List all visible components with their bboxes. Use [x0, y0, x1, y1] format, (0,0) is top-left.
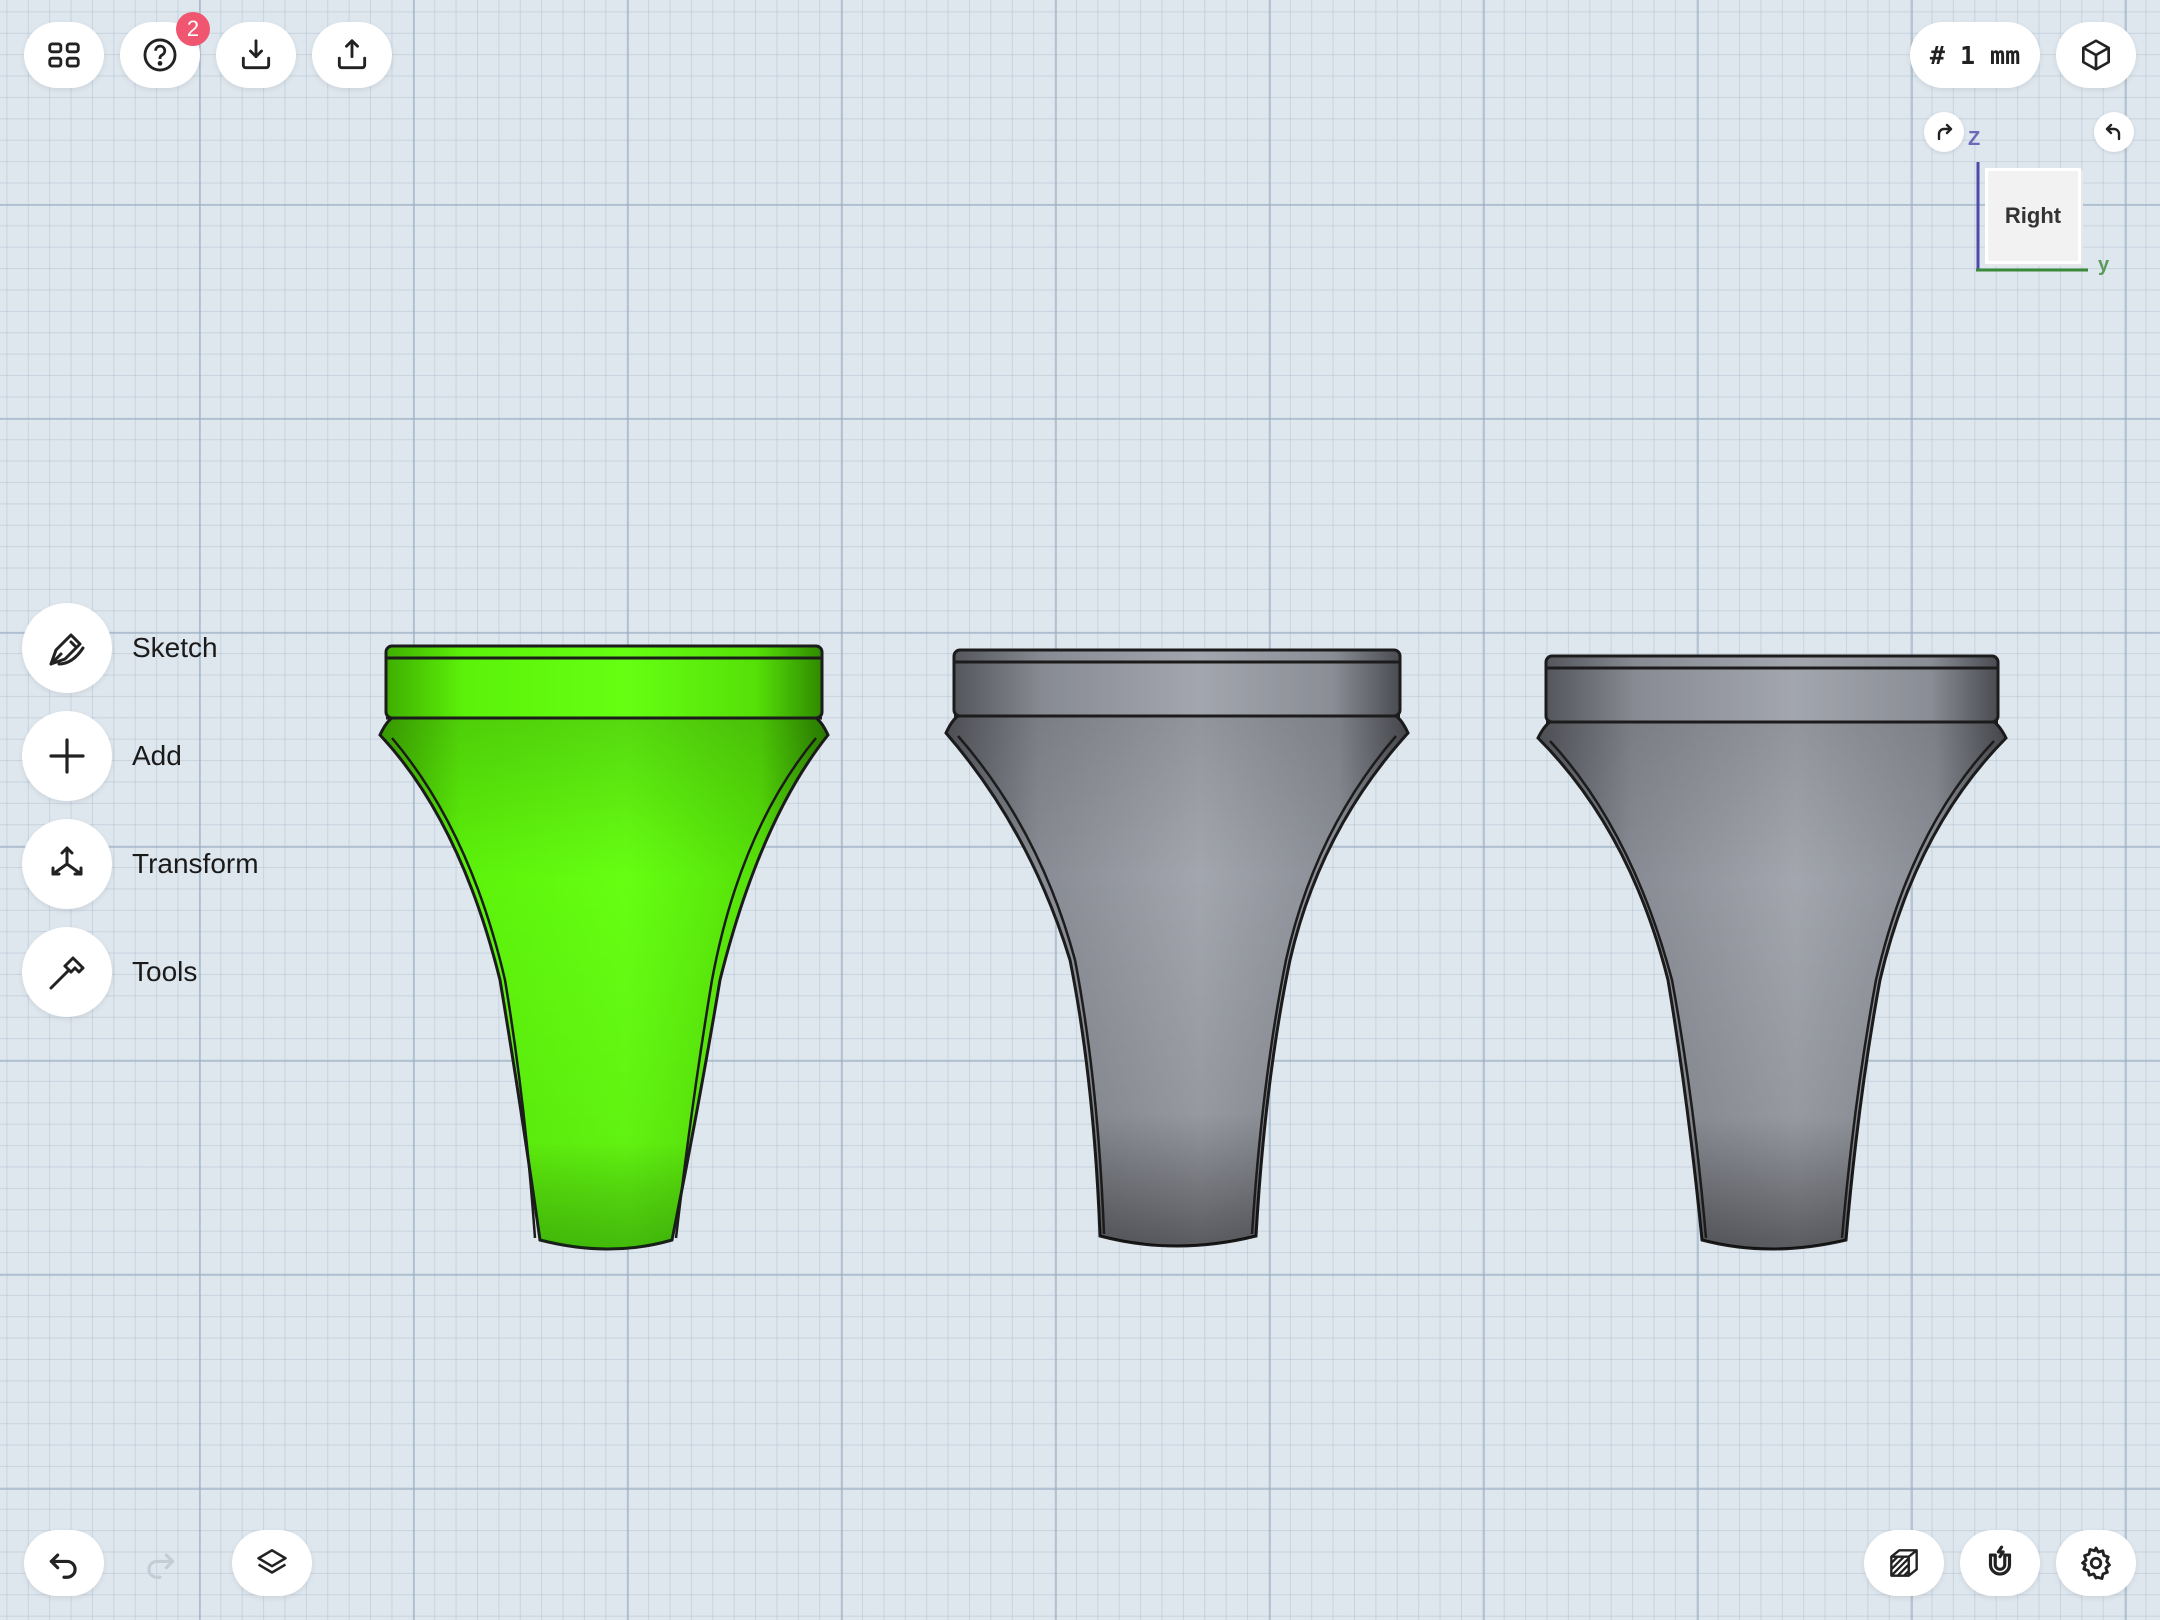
help-icon — [143, 38, 177, 72]
settings-button[interactable] — [2056, 1530, 2136, 1596]
view-cube[interactable]: Right — [1985, 168, 2081, 264]
rotate-ccw-icon — [2105, 123, 2121, 141]
cube-view-icon — [2081, 39, 2111, 71]
export-button[interactable] — [312, 22, 392, 88]
transform-label: Transform — [132, 848, 259, 879]
magnet-icon — [1988, 1545, 2012, 1576]
snap-button[interactable] — [1960, 1530, 2040, 1596]
hammer-icon — [49, 956, 85, 990]
upload-icon — [337, 39, 367, 70]
axis-z-label: Z — [1968, 128, 1981, 150]
material-button[interactable] — [1864, 1530, 1944, 1596]
pen-icon — [49, 633, 85, 666]
redo-button[interactable] — [120, 1530, 200, 1596]
import-button[interactable] — [216, 22, 296, 88]
plus-icon — [49, 738, 85, 774]
sketch-button[interactable] — [22, 603, 112, 693]
view-cube-face-label: Right — [2004, 203, 2062, 228]
help-badge: 2 — [176, 12, 210, 46]
help-button[interactable]: 2 — [120, 12, 210, 88]
redo-icon — [147, 1553, 175, 1579]
rotate-left-button[interactable] — [1924, 112, 1964, 152]
grid-icon — [48, 42, 80, 68]
add-button[interactable] — [22, 711, 112, 801]
sketch-label: Sketch — [132, 632, 218, 663]
add-label: Add — [132, 740, 182, 771]
rotate-cw-icon — [1937, 123, 1953, 141]
transform-button[interactable] — [22, 819, 112, 909]
grid-size-button[interactable]: # 1 mm — [1910, 22, 2040, 88]
layers-button[interactable] — [232, 1530, 312, 1596]
menu-button[interactable] — [24, 22, 104, 88]
layers-icon — [257, 1549, 287, 1574]
hatch-box-icon — [1890, 1549, 1918, 1577]
tools-label: Tools — [132, 956, 198, 987]
axis-y-label: y — [2098, 254, 2110, 276]
rotate-right-button[interactable] — [2094, 112, 2134, 152]
move-arrows-icon — [51, 846, 83, 876]
body-3[interactable] — [1536, 654, 2008, 1251]
gear-icon — [2081, 1546, 2111, 1580]
undo-icon — [49, 1553, 77, 1579]
grid-size-label: # 1 mm — [1929, 40, 2021, 70]
viewport-scene[interactable] — [0, 0, 2160, 1620]
tools-button[interactable] — [22, 927, 112, 1017]
download-icon — [241, 39, 271, 70]
body-1[interactable] — [378, 644, 830, 1251]
body-2[interactable] — [944, 648, 1410, 1248]
view-mode-button[interactable] — [2056, 22, 2136, 88]
undo-button[interactable] — [24, 1530, 104, 1596]
